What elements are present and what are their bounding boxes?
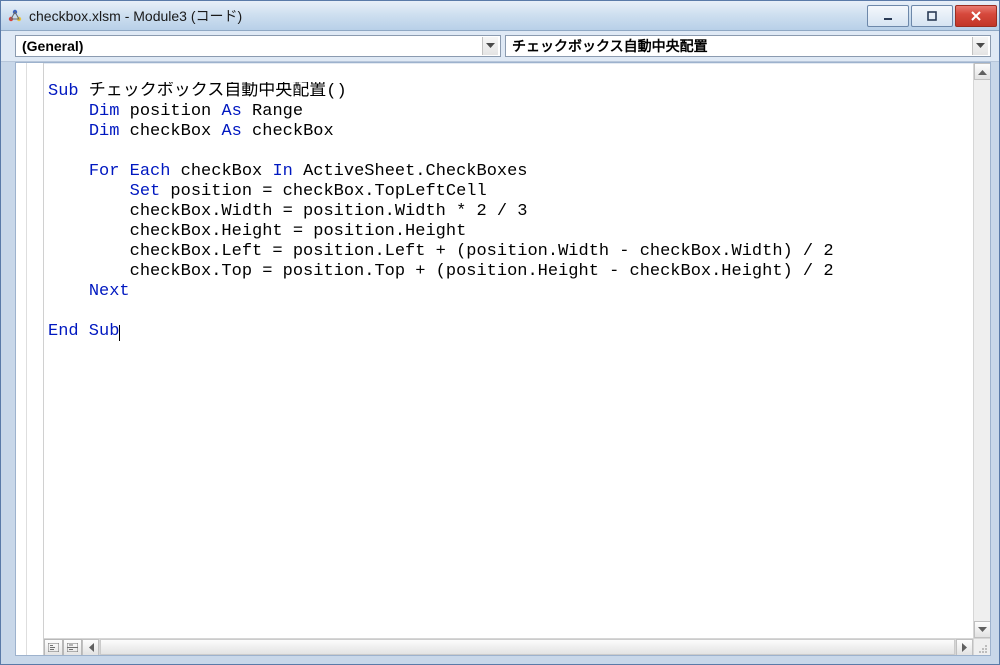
horizontal-scroll-track[interactable] (99, 639, 956, 655)
vertical-scrollbar[interactable] (973, 63, 990, 638)
procedure-dropdown[interactable]: チェックボックス自動中央配置 (505, 35, 991, 57)
full-module-view-button[interactable] (63, 639, 82, 655)
resize-grip[interactable] (973, 639, 990, 655)
object-dropdown-value: (General) (22, 38, 482, 54)
scroll-down-button[interactable] (974, 621, 990, 638)
titlebar[interactable]: checkbox.xlsm - Module3 (コード) (1, 1, 999, 31)
horizontal-scroll-thumb[interactable] (100, 639, 955, 655)
horizontal-scrollbar[interactable] (44, 638, 990, 655)
code-pane[interactable]: Sub チェックボックス自動中央配置() Dim position As Ran… (48, 82, 972, 620)
procedure-view-button[interactable] (44, 639, 63, 655)
scroll-left-button[interactable] (82, 639, 99, 655)
app-icon (7, 8, 23, 24)
object-procedure-bar: (General) チェックボックス自動中央配置 (1, 31, 999, 62)
code-editor: Sub チェックボックス自動中央配置() Dim position As Ran… (15, 62, 991, 656)
close-button[interactable] (955, 5, 997, 27)
window-title: checkbox.xlsm - Module3 (コード) (29, 6, 867, 26)
object-dropdown[interactable]: (General) (15, 35, 501, 57)
minimize-button[interactable] (867, 5, 909, 27)
maximize-button[interactable] (911, 5, 953, 27)
procedure-dropdown-value: チェックボックス自動中央配置 (512, 36, 972, 56)
scroll-right-button[interactable] (956, 639, 973, 655)
vertical-scroll-track[interactable] (974, 80, 990, 621)
chevron-down-icon (972, 37, 988, 55)
scroll-up-button[interactable] (974, 63, 990, 80)
margin-indicator-bar[interactable] (16, 63, 44, 655)
chevron-down-icon (482, 37, 498, 55)
